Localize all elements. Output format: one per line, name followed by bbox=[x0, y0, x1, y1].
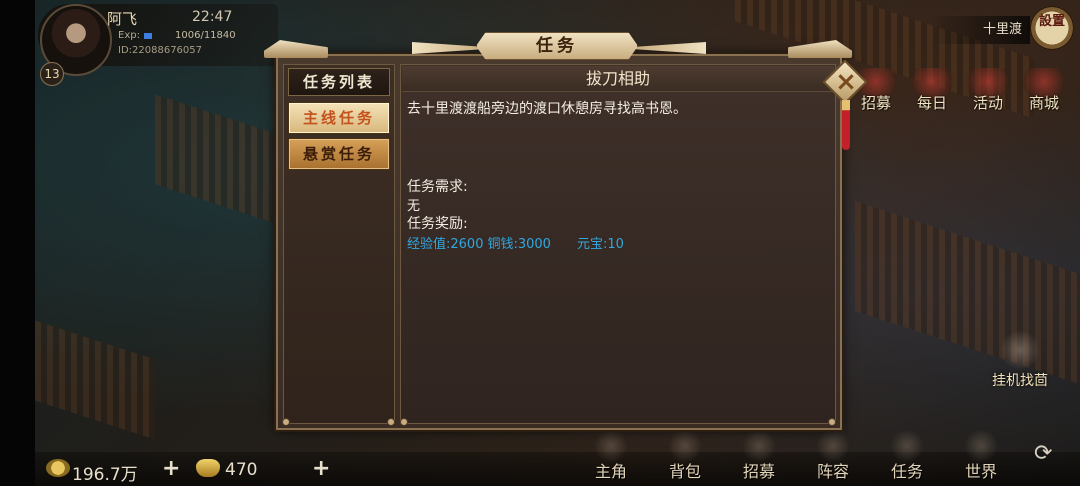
auto-battle-button[interactable]: 挂机找茴 bbox=[992, 330, 1048, 390]
tab-main-quest[interactable]: 主线任务 bbox=[288, 102, 390, 134]
nav-recruit[interactable]: 招募 bbox=[731, 430, 787, 482]
clock-time: 22:47 bbox=[192, 9, 233, 25]
task-description: 去十里渡渡船旁边的渡口休憩房寻找高书恩。 bbox=[407, 101, 687, 117]
daily-side-button[interactable]: 每日 bbox=[904, 68, 960, 124]
bag-icon bbox=[667, 430, 703, 462]
side-button-label: 商城 bbox=[1028, 94, 1059, 112]
nav-world[interactable]: 世界 bbox=[953, 430, 1009, 482]
requirement-label: 任务需求: bbox=[407, 179, 468, 195]
panel-corner-stud bbox=[828, 418, 836, 426]
add-copper-button[interactable]: + bbox=[162, 456, 180, 481]
panel-corner-stud bbox=[387, 418, 395, 426]
player-name: 阿飞 bbox=[107, 10, 138, 28]
exp-label: Exp: bbox=[118, 30, 140, 41]
reward-copper: 铜钱:3000 bbox=[487, 237, 551, 252]
nav-label: 任务 bbox=[890, 462, 923, 481]
player-id: ID:22088676057 bbox=[118, 45, 203, 56]
nav-label: 阵容 bbox=[816, 462, 849, 481]
panel-corner-stud bbox=[400, 418, 408, 426]
side-button-label: 每日 bbox=[916, 94, 947, 112]
close-icon[interactable]: × bbox=[834, 67, 858, 97]
reward-list: 经验值:2600 铜钱:3000 元宝:10 bbox=[407, 233, 628, 252]
nav-label: 背包 bbox=[668, 462, 701, 481]
tassel-ornament bbox=[842, 100, 850, 150]
copper-amount: 196.7万 bbox=[72, 465, 138, 485]
hero-icon bbox=[593, 430, 629, 462]
tab-bounty-quest[interactable]: 悬赏任务 bbox=[288, 138, 390, 170]
location-name: 十里渡 bbox=[930, 16, 1030, 44]
nav-hero[interactable]: 主角 bbox=[583, 430, 639, 482]
nav-formation[interactable]: 阵容 bbox=[805, 430, 861, 482]
recruit-nav-icon bbox=[741, 430, 777, 462]
nav-label: 主角 bbox=[594, 462, 627, 481]
tasks-icon bbox=[889, 430, 925, 462]
reward-ingot: 元宝:10 bbox=[576, 237, 624, 252]
auto-battle-icon bbox=[1000, 330, 1040, 370]
task-title: 拔刀相助 bbox=[402, 66, 834, 92]
nav-label: 招募 bbox=[742, 462, 775, 481]
events-side-button[interactable]: 活动 bbox=[960, 68, 1016, 124]
reward-exp: 经验值:2600 bbox=[407, 237, 484, 252]
nav-bag[interactable]: 背包 bbox=[657, 430, 713, 482]
nav-label: 世界 bbox=[964, 462, 997, 481]
world-icon bbox=[963, 430, 999, 462]
dialog-title: 任务 bbox=[476, 32, 638, 60]
side-button-label: 活动 bbox=[972, 94, 1003, 112]
screen-left-margin bbox=[0, 0, 35, 486]
panel-corner-stud bbox=[282, 418, 290, 426]
gold-amount: 470 bbox=[225, 460, 258, 480]
nav-tasks[interactable]: 任务 bbox=[879, 430, 935, 482]
exp-value: 1006/11840 bbox=[175, 30, 236, 41]
add-gold-button[interactable]: + bbox=[312, 456, 330, 481]
settings-button[interactable]: 設置 bbox=[1030, 6, 1074, 50]
reward-label: 任务奖励: bbox=[407, 216, 468, 232]
player-level-badge: 13 bbox=[40, 62, 64, 86]
refresh-icon[interactable]: ⟳ bbox=[1034, 441, 1052, 466]
auto-battle-label: 挂机找茴 bbox=[992, 373, 1048, 389]
exp-progress-bar bbox=[144, 33, 152, 39]
copper-coin-icon bbox=[46, 459, 70, 477]
gold-ingot-icon bbox=[196, 459, 220, 477]
shop-side-button[interactable]: 商城 bbox=[1016, 68, 1072, 124]
requirement-value: 无 bbox=[407, 199, 421, 214]
task-list-header: 任务列表 bbox=[288, 68, 390, 96]
formation-icon bbox=[815, 430, 851, 462]
